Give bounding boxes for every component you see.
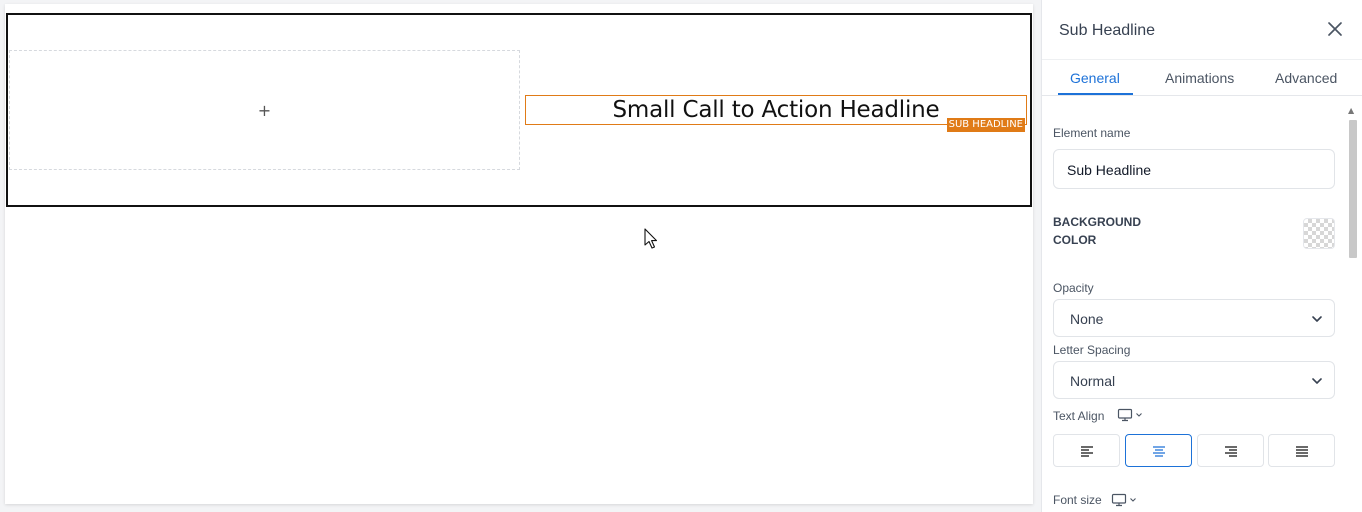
settings-panel: Sub Headline General Animations Advanced… <box>1041 0 1362 512</box>
page-section[interactable]: + Small Call to Action Headline SUB HEAD… <box>6 13 1032 207</box>
close-icon[interactable] <box>1326 20 1344 38</box>
font-size-label: Font size <box>1053 493 1102 507</box>
chevron-down-icon <box>1136 413 1142 417</box>
desktop-icon <box>1111 493 1127 507</box>
background-color-label-line1: BACKGROUND <box>1053 215 1141 229</box>
letter-spacing-label: Letter Spacing <box>1053 343 1131 357</box>
align-left-icon <box>1080 445 1093 457</box>
background-color-label: BACKGROUND COLOR <box>1053 213 1141 249</box>
align-justify-icon <box>1295 445 1308 457</box>
sub-headline-element[interactable]: Small Call to Action Headline SUB HEADLI… <box>525 95 1027 132</box>
active-tab-indicator <box>1058 93 1133 95</box>
align-justify-button[interactable] <box>1268 434 1335 467</box>
tab-animations[interactable]: Animations <box>1165 70 1234 86</box>
panel-scrollbar[interactable]: ▲ <box>1347 106 1357 512</box>
add-element-button[interactable]: + <box>258 101 271 120</box>
tab-general[interactable]: General <box>1070 70 1120 86</box>
text-align-device-toggle[interactable] <box>1117 408 1143 422</box>
element-name-value: Sub Headline <box>1067 162 1152 178</box>
text-align-buttons <box>1053 434 1335 467</box>
text-align-label: Text Align <box>1053 409 1105 423</box>
panel-title: Sub Headline <box>1059 22 1156 39</box>
letter-spacing-value: Normal <box>1070 373 1116 389</box>
mouse-cursor-icon <box>644 228 658 249</box>
opacity-select[interactable]: None <box>1053 299 1335 337</box>
chevron-down-icon <box>1130 498 1136 502</box>
tab-advanced[interactable]: Advanced <box>1275 70 1337 86</box>
font-size-device-toggle[interactable] <box>1111 493 1137 507</box>
chevron-down-icon <box>1312 378 1322 384</box>
empty-column[interactable]: + <box>9 50 520 170</box>
background-color-label-line2: COLOR <box>1053 233 1097 247</box>
scroll-up-arrow-icon[interactable]: ▲ <box>1348 106 1354 115</box>
align-left-button[interactable] <box>1053 434 1120 467</box>
opacity-label: Opacity <box>1053 281 1094 295</box>
scrollbar-thumb[interactable] <box>1349 120 1357 258</box>
element-name-input[interactable]: Sub Headline <box>1053 149 1335 189</box>
chevron-down-icon <box>1312 316 1322 322</box>
letter-spacing-select[interactable]: Normal <box>1053 361 1335 399</box>
align-center-icon <box>1152 445 1165 457</box>
panel-tabs: General Animations Advanced <box>1042 60 1362 96</box>
editor-canvas: + Small Call to Action Headline SUB HEAD… <box>5 4 1033 504</box>
background-color-swatch[interactable] <box>1303 218 1335 249</box>
align-center-button[interactable] <box>1125 434 1192 467</box>
align-right-icon <box>1224 445 1237 457</box>
element-type-tag: SUB HEADLINE <box>946 118 1025 132</box>
desktop-icon <box>1117 408 1133 422</box>
opacity-value: None <box>1070 311 1104 327</box>
align-right-button[interactable] <box>1197 434 1264 467</box>
element-name-label: Element name <box>1053 126 1131 140</box>
sub-headline-text[interactable]: Small Call to Action Headline <box>612 97 939 123</box>
panel-header: Sub Headline <box>1042 0 1362 60</box>
